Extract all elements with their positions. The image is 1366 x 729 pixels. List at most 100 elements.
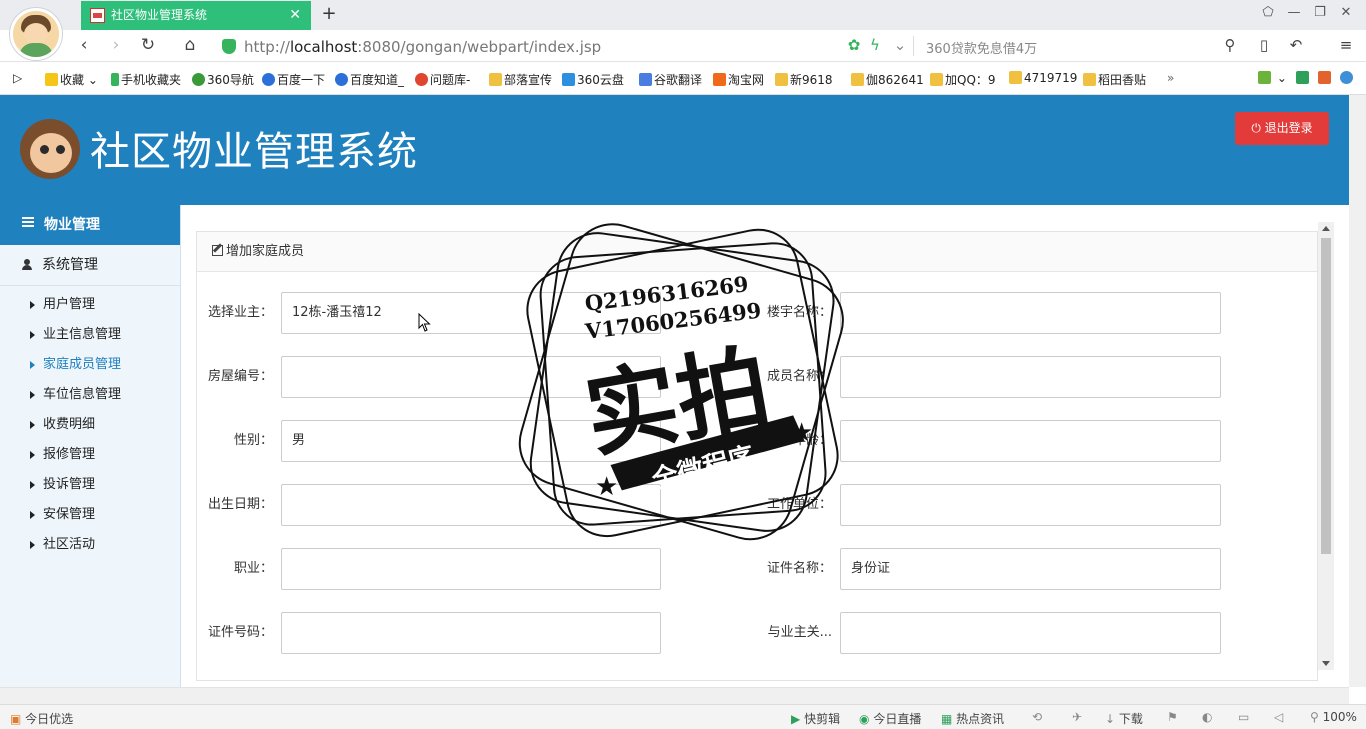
relation-input[interactable] (840, 612, 1221, 654)
back-icon[interactable]: ‹ (73, 35, 95, 55)
sidebar-item-users[interactable]: 用户管理 (0, 290, 180, 320)
home-icon[interactable]: ⌂ (179, 35, 201, 55)
star-icon (45, 73, 58, 86)
bookmark-item[interactable]: 百度知道_ (335, 71, 404, 88)
dropdown-chevron-icon[interactable]: ⌄ (889, 36, 911, 54)
skin-icon[interactable]: ⬠ (1258, 5, 1278, 20)
maximize-button[interactable]: ❐ (1310, 5, 1330, 20)
member-name-label: 成员名称： (766, 369, 832, 384)
workplace-input[interactable] (840, 484, 1221, 526)
list-icon (22, 215, 34, 229)
forward-icon[interactable]: › (105, 35, 127, 55)
bookmark-item[interactable]: 360导航 (192, 71, 254, 88)
house-no-label: 房屋编号： (207, 369, 273, 384)
status-left-item[interactable]: ▣ 今日优选 (10, 710, 73, 727)
sidebar-item-activities[interactable]: 社区活动 (0, 530, 180, 560)
bookmark-item[interactable]: 手机收藏夹 (111, 71, 181, 88)
browser-icon[interactable]: ◐ (1202, 710, 1212, 724)
sidebar-item-fees[interactable]: 收费明细 (0, 410, 180, 440)
close-window-button[interactable]: ✕ (1336, 5, 1356, 20)
sidebar-item-complaints[interactable]: 投诉管理 (0, 470, 180, 500)
sidebar-toggle-icon[interactable]: ▷ (13, 71, 22, 85)
security-shield-icon (222, 39, 236, 54)
reload-icon[interactable]: ↻ (137, 35, 159, 55)
undo-icon[interactable]: ↶ (1285, 36, 1307, 54)
minimize-button[interactable]: — (1284, 5, 1304, 20)
content-scrollbar[interactable] (1318, 222, 1334, 670)
bookmark-item[interactable]: 淘宝网 (713, 71, 764, 88)
flag-icon[interactable]: ⚑ (1167, 710, 1178, 724)
mouse-cursor-icon (418, 313, 431, 332)
folder-icon (1009, 71, 1022, 84)
new-tab-button[interactable]: + (320, 3, 338, 24)
bookmark-item[interactable]: 稻田香贴 (1083, 71, 1146, 88)
sidebar-item-owners[interactable]: 业主信息管理 (0, 320, 180, 350)
browser-status-bar: ▣ 今日优选 ▶ 快剪辑 ◉ 今日直播 ▦ 热点资讯 ⟲ ✈ ↓ 下载 ⚑ ◐ … (0, 704, 1366, 729)
bookmarks-bar: ▷ 收藏 ⌄ 手机收藏夹 360导航 百度一下 百度知道_ 问题库- 部落宣传 … (0, 62, 1366, 95)
search-suggestion[interactable]: 360贷款免息借4万 (926, 38, 1037, 57)
folder-icon (930, 73, 943, 86)
caret-right-icon (30, 451, 35, 459)
window-icon[interactable]: ▭ (1238, 710, 1249, 724)
sidebar-item-repairs[interactable]: 报修管理 (0, 440, 180, 470)
pin-icon[interactable]: ✈ (1072, 710, 1082, 724)
panel-heading: 增加家庭成员 (197, 232, 1317, 272)
folder-icon (775, 73, 788, 86)
horizontal-scrollbar[interactable] (0, 687, 1349, 704)
status-item-download[interactable]: ↓ 下载 (1105, 710, 1143, 727)
calendar-icon[interactable] (1318, 71, 1333, 85)
user-icon (22, 259, 32, 270)
gender-select[interactable]: 男 (281, 420, 661, 462)
age-input[interactable] (840, 420, 1221, 462)
house-no-input[interactable] (281, 356, 661, 398)
volume-icon[interactable]: ◁ (1274, 710, 1283, 724)
bookmark-item[interactable]: 百度一下 (262, 71, 325, 88)
sidebar-section-system[interactable]: 系统管理 (0, 245, 180, 286)
phone-icon[interactable]: ▯ (1253, 36, 1275, 54)
refresh-icon[interactable]: ⟲ (1032, 710, 1042, 724)
cert-no-input[interactable] (281, 612, 661, 654)
bookmark-item[interactable]: 4719719 (1009, 71, 1077, 85)
speed-icon[interactable]: ✿ (843, 36, 865, 54)
profile-avatar[interactable] (10, 8, 62, 60)
sidebar-item-security[interactable]: 安保管理 (0, 500, 180, 530)
birth-date-input[interactable] (281, 484, 661, 526)
bookmark-item[interactable]: 新9618 (775, 71, 833, 88)
job-input[interactable] (281, 548, 661, 590)
tab-close-icon[interactable]: ✕ (289, 1, 301, 30)
logout-button[interactable]: ⏻ 退出登录 (1235, 112, 1329, 145)
magnifier-icon: ⚲ (1310, 710, 1319, 724)
clip-icon: ▶ (791, 712, 801, 726)
building-input[interactable] (840, 292, 1221, 334)
status-item-clip[interactable]: ▶ 快剪辑 (791, 710, 840, 727)
lightning-icon[interactable]: ϟ (864, 36, 886, 54)
status-item-news[interactable]: ▦ 热点资讯 (941, 710, 1004, 727)
bookmark-item[interactable]: 谷歌翻译 (639, 71, 702, 88)
cert-name-input[interactable]: 身份证 (840, 548, 1221, 590)
member-name-input[interactable] (840, 356, 1221, 398)
zoom-search-icon[interactable] (1340, 71, 1355, 85)
url-field[interactable]: http://localhost:8080/gongan/webpart/ind… (244, 38, 601, 56)
sidebar-section-property[interactable]: 物业管理 (0, 205, 180, 245)
tab-title: 社区物业管理系统 (111, 8, 208, 22)
menu-icon[interactable]: ≡ (1335, 36, 1357, 54)
page-scrollbar[interactable] (1349, 95, 1366, 687)
main-content: 增加家庭成员 选择业主： 12栋-潘玉禧12 楼宇名称： 房屋编号： 成员名称：… (181, 205, 1349, 687)
bookmark-item[interactable]: 360云盘 (562, 71, 624, 88)
sidebar-item-parking[interactable]: 车位信息管理 (0, 380, 180, 410)
caret-right-icon (30, 511, 35, 519)
bookmark-item[interactable]: 加QQ：9 (930, 71, 996, 88)
search-icon[interactable]: ⚲ (1219, 36, 1241, 54)
bookmark-item[interactable]: 收藏 ⌄ (45, 71, 98, 88)
bookmark-item[interactable]: 部落宣传 (489, 71, 552, 88)
browser-tab[interactable]: 社区物业管理系统 ✕ (81, 1, 311, 30)
owner-select[interactable]: 12栋-潘玉禧12 (281, 292, 661, 334)
zoom-level[interactable]: ⚲ 100% (1310, 710, 1357, 724)
app-grid-icon[interactable]: ⌄ (1258, 71, 1287, 85)
sidebar-item-family[interactable]: 家庭成员管理 (0, 350, 180, 380)
status-item-live[interactable]: ◉ 今日直播 (859, 710, 921, 727)
bookmark-item[interactable]: 伽862641 (851, 71, 924, 88)
reader-icon[interactable] (1296, 71, 1311, 85)
bookmark-item[interactable]: 问题库- (415, 71, 470, 88)
more-bookmarks-icon[interactable]: » (1167, 71, 1174, 85)
